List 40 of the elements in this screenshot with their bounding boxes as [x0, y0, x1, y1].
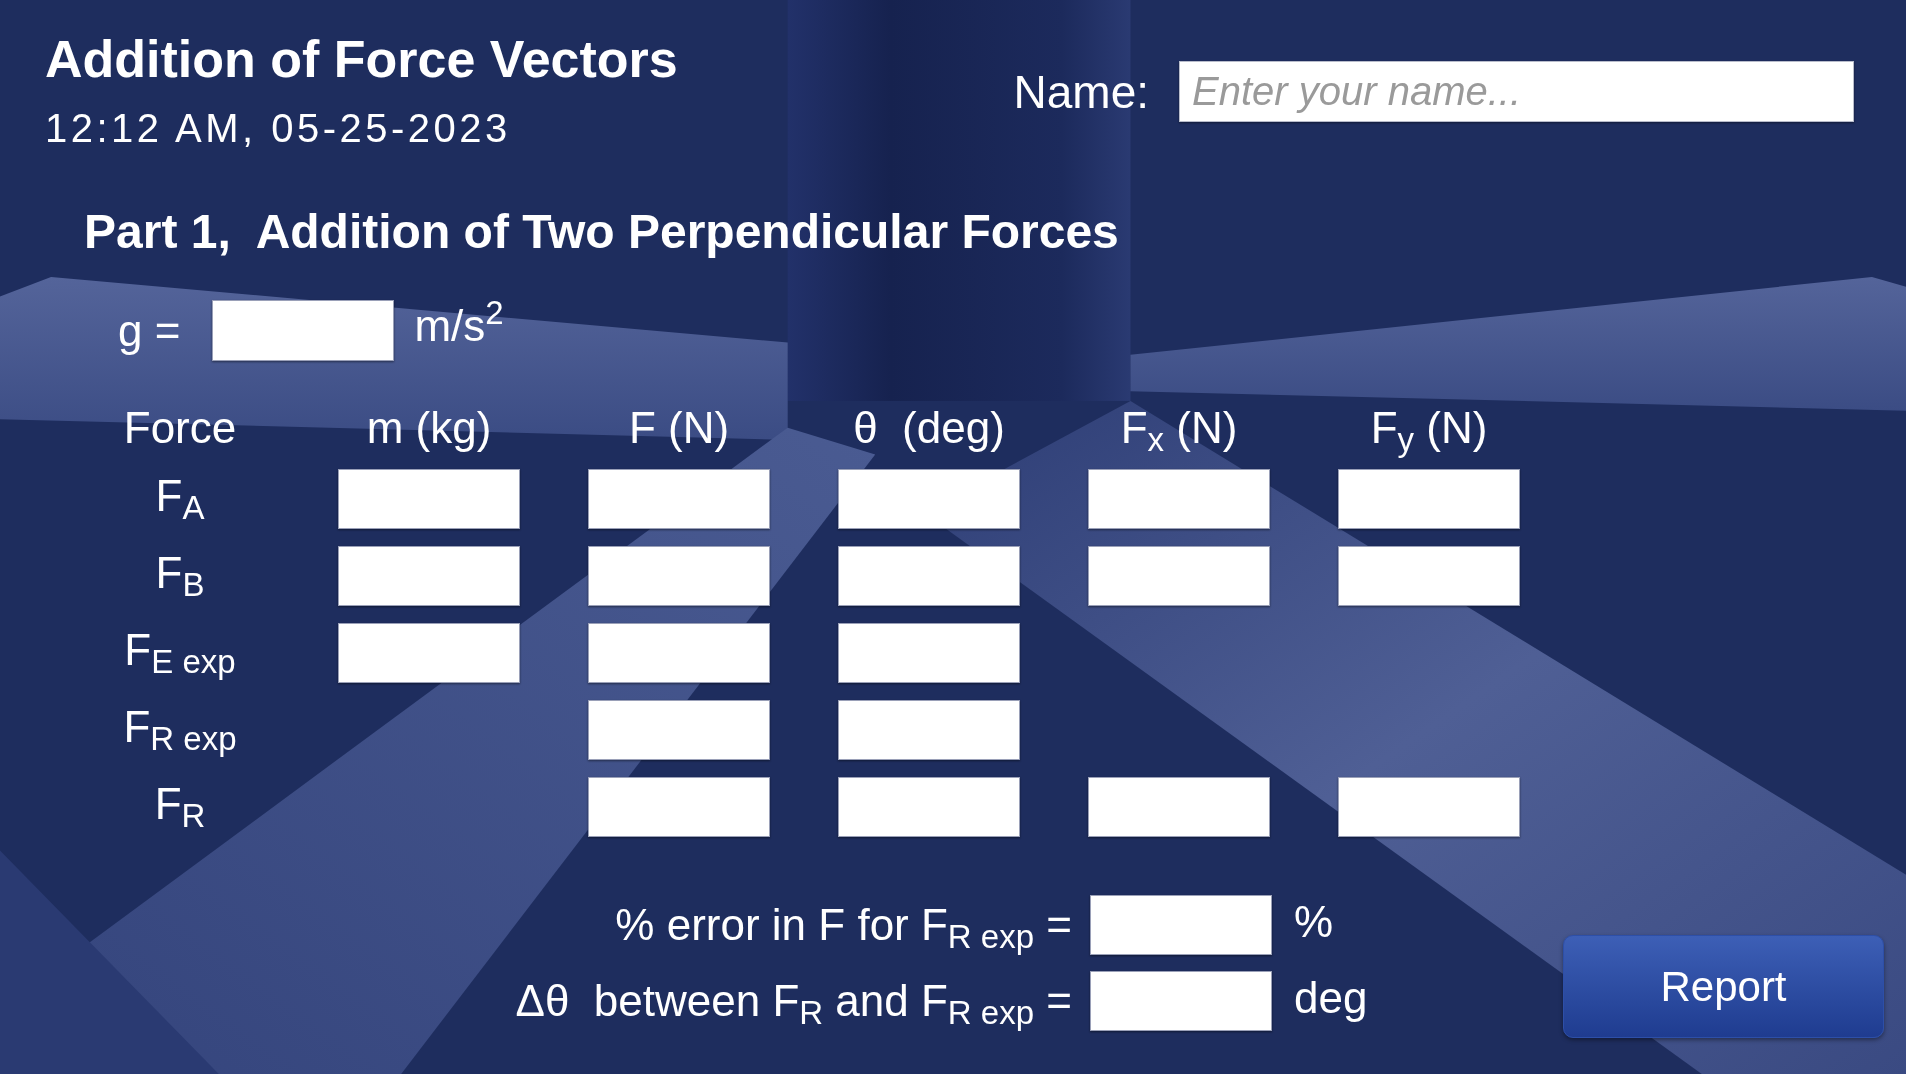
unit-label: deg: [1294, 972, 1368, 1024]
row-label: F$_{B}$: [155, 547, 205, 599]
input-field[interactable]: [1090, 895, 1272, 955]
input-field[interactable]: [212, 300, 395, 361]
input-field[interactable]: [338, 546, 520, 606]
row-label: F$_{A}$: [155, 470, 205, 522]
name-label: Name:: [1013, 64, 1149, 119]
name-input-field[interactable]: Enter your name...: [1179, 61, 1854, 122]
gravity-label: g =: [118, 304, 181, 357]
input-field[interactable]: [1088, 777, 1270, 837]
timestamp: 12:12 AM, 05-25-2023: [45, 105, 512, 152]
unit-label: m/s$^{2}$: [414, 299, 504, 352]
input-field[interactable]: [1338, 469, 1520, 529]
input-field[interactable]: [588, 623, 770, 683]
input-field[interactable]: [1090, 971, 1272, 1031]
input-field[interactable]: [1088, 546, 1270, 606]
row-label: F$_{R}$: [154, 778, 206, 830]
column-header: F (N): [628, 402, 730, 454]
input-field[interactable]: [338, 623, 520, 683]
column-header: m (kg): [366, 402, 492, 454]
report-button[interactable]: Report: [1563, 935, 1884, 1038]
input-field[interactable]: [1338, 777, 1520, 837]
column-header: Force: [123, 402, 237, 454]
input-field[interactable]: [1088, 469, 1270, 529]
input-field[interactable]: [588, 777, 770, 837]
unit-label: %: [1294, 896, 1335, 948]
input-field[interactable]: [588, 546, 770, 606]
input-field[interactable]: [1338, 546, 1520, 606]
input-field[interactable]: [838, 700, 1020, 760]
section-heading: Part 1, Addition of Two Perpendicular Forces: [84, 204, 1120, 260]
input-field[interactable]: [588, 700, 770, 760]
input-field[interactable]: [838, 623, 1020, 683]
input-field[interactable]: [838, 469, 1020, 529]
input-field[interactable]: [838, 546, 1020, 606]
column-header: F$_{x}$ (N): [1120, 402, 1238, 454]
input-field[interactable]: [338, 469, 520, 529]
input-field[interactable]: [588, 469, 770, 529]
page-title: Addition of Force Vectors: [45, 29, 678, 90]
column-header: θ (deg): [853, 402, 1005, 454]
input-field[interactable]: [838, 777, 1020, 837]
